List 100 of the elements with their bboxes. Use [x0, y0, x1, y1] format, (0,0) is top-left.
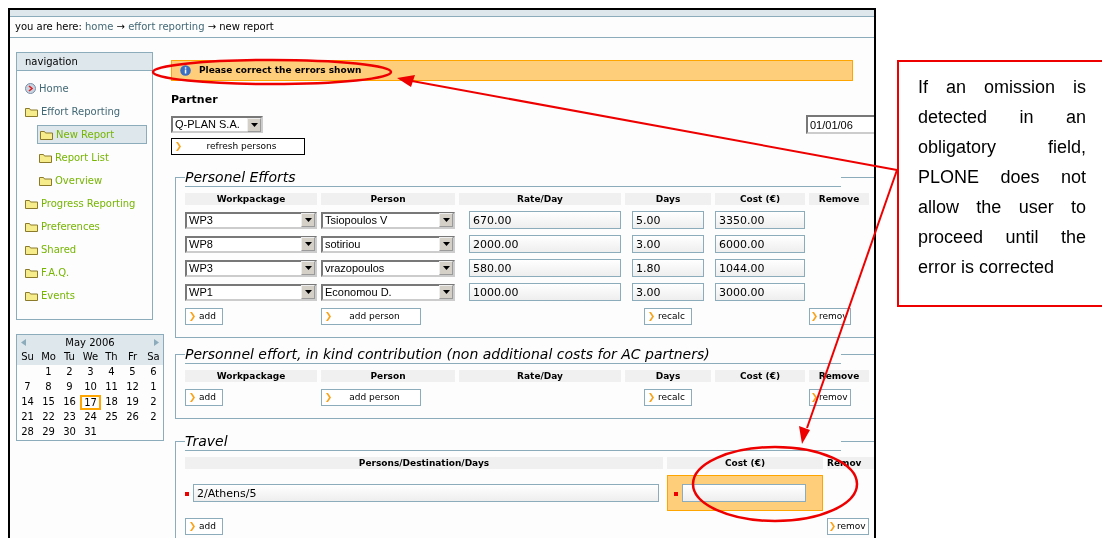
dropdown-arrow-icon: [442, 218, 450, 223]
calendar-day[interactable]: 22: [38, 410, 59, 425]
calendar-day[interactable]: 11: [101, 380, 122, 395]
callout-text: If an omission is detected in an obligatory field, PLONE does not allow the user to proceed until the error is corrected: [897, 60, 1102, 307]
calendar-day[interactable]: 18: [101, 395, 122, 410]
chevron-icon: [326, 312, 331, 322]
date-field[interactable]: 01/01/06: [806, 115, 874, 135]
calendar-day[interactable]: 2: [59, 365, 80, 380]
form-button[interactable]: add person: [321, 308, 421, 326]
dropdown-arrow-icon: [304, 218, 312, 223]
select-field[interactable]: WP3: [185, 259, 317, 277]
calendar-day[interactable]: 30: [59, 425, 80, 440]
input-field[interactable]: 1044.00: [715, 259, 805, 278]
form-button[interactable]: remov: [809, 389, 851, 407]
panel-title: navigation: [17, 53, 152, 71]
input-field[interactable]: 5.00: [632, 211, 704, 230]
input-field[interactable]: 1000.00: [469, 283, 621, 302]
form-button[interactable]: remov: [827, 518, 869, 536]
calendar-day[interactable]: 16: [59, 395, 80, 410]
column-header: Days: [625, 193, 711, 206]
form-button[interactable]: add: [185, 518, 223, 536]
column-header: Days: [625, 370, 711, 383]
calendar-day[interactable]: 1: [38, 365, 59, 380]
calendar-day[interactable]: 15: [38, 395, 59, 410]
column-header: Workpackage: [185, 193, 317, 206]
calendar-day[interactable]: 17: [80, 395, 101, 410]
section-title: Travel: [185, 433, 841, 452]
input-field[interactable]: 1.80: [632, 259, 704, 278]
calendar-day[interactable]: 23: [59, 410, 80, 425]
dropdown-arrow-icon: [304, 290, 312, 295]
input-field[interactable]: [682, 484, 806, 503]
form-button[interactable]: refresh persons: [171, 138, 305, 156]
column-header: Cost (€): [667, 457, 823, 470]
breadcrumb-link[interactable]: home: [85, 21, 114, 32]
form-button[interactable]: add: [185, 389, 223, 407]
breadcrumb-link[interactable]: effort reporting: [128, 21, 205, 32]
field-label: Partner: [171, 93, 219, 107]
column-header: Cost (€): [715, 193, 805, 206]
form-button[interactable]: add: [185, 308, 223, 326]
folder-icon: [39, 152, 52, 163]
select-field[interactable]: sotiriou: [321, 235, 455, 253]
form-button[interactable]: recalc: [644, 389, 692, 407]
breadcrumb-label: you are here:: [15, 21, 82, 32]
calendar-day[interactable]: 2: [143, 410, 163, 425]
select-field[interactable]: WP8: [185, 235, 317, 253]
dropdown-arrow-icon: [442, 242, 450, 247]
breadcrumb-current: new report: [219, 21, 274, 32]
input-field[interactable]: 580.00: [469, 259, 621, 278]
breadcrumb-separator: →: [207, 21, 217, 32]
calendar-day[interactable]: 25: [101, 410, 122, 425]
folder-icon: [39, 175, 52, 186]
calendar-day[interactable]: 26: [122, 410, 143, 425]
calendar-day[interactable]: 29: [38, 425, 59, 440]
calendar-day[interactable]: 19: [122, 395, 143, 410]
info-icon: [180, 65, 191, 76]
chevron-icon: [190, 312, 195, 322]
select-field[interactable]: Economou D.: [321, 283, 455, 301]
calendar-day[interactable]: 4: [101, 365, 122, 380]
input-field[interactable]: 670.00: [469, 211, 621, 230]
chevron-icon: [176, 142, 181, 152]
input-field[interactable]: 3.00: [632, 283, 704, 302]
folder-icon: [25, 244, 38, 255]
calendar-day[interactable]: 7: [17, 380, 38, 395]
calendar-day[interactable]: 1: [143, 380, 163, 395]
input-field[interactable]: 3.00: [632, 235, 704, 254]
select-field[interactable]: Q-PLAN S.A.: [171, 116, 263, 134]
input-field[interactable]: 2/Athens/5: [193, 484, 659, 503]
input-field[interactable]: 2000.00: [469, 235, 621, 254]
calendar-day[interactable]: 21: [17, 410, 38, 425]
calendar-day[interactable]: 8: [38, 380, 59, 395]
select-field[interactable]: WP3: [185, 211, 317, 229]
form-button[interactable]: recalc: [644, 308, 692, 326]
input-field[interactable]: 3350.00: [715, 211, 805, 230]
calendar-day[interactable]: 9: [59, 380, 80, 395]
form-button[interactable]: add person: [321, 389, 421, 407]
calendar-day[interactable]: 6: [143, 365, 163, 380]
next-icon: [154, 339, 159, 346]
calendar-day[interactable]: 24: [80, 410, 101, 425]
calendar-day[interactable]: 12: [122, 380, 143, 395]
calendar-day[interactable]: 5: [122, 365, 143, 380]
folder-icon: [25, 267, 38, 278]
section-title: Personnel effort, in kind contribution (non additional costs for AC partners): [185, 346, 841, 365]
calendar-day[interactable]: 2: [143, 395, 163, 410]
input-field[interactable]: 3000.00: [715, 283, 805, 302]
select-field[interactable]: vrazopoulos: [321, 259, 455, 277]
calendar-day[interactable]: 10: [80, 380, 101, 395]
select-field[interactable]: WP1: [185, 283, 317, 301]
calendar-day[interactable]: 31: [80, 425, 101, 440]
input-field[interactable]: 6000.00: [715, 235, 805, 254]
folder-icon: [40, 129, 53, 140]
calendar-day[interactable]: 3: [80, 365, 101, 380]
weekday-label: Sa: [143, 350, 163, 365]
folder-icon: [25, 106, 38, 117]
calendar-day[interactable]: 14: [17, 395, 38, 410]
select-field[interactable]: Tsiopoulos V: [321, 211, 455, 229]
nav-item[interactable]: Home: [23, 79, 69, 98]
weekday-label: We: [80, 350, 101, 365]
nav-item[interactable]: Effort Reporting: [23, 102, 121, 121]
calendar-day[interactable]: 28: [17, 425, 38, 440]
column-header: Person: [321, 370, 455, 383]
